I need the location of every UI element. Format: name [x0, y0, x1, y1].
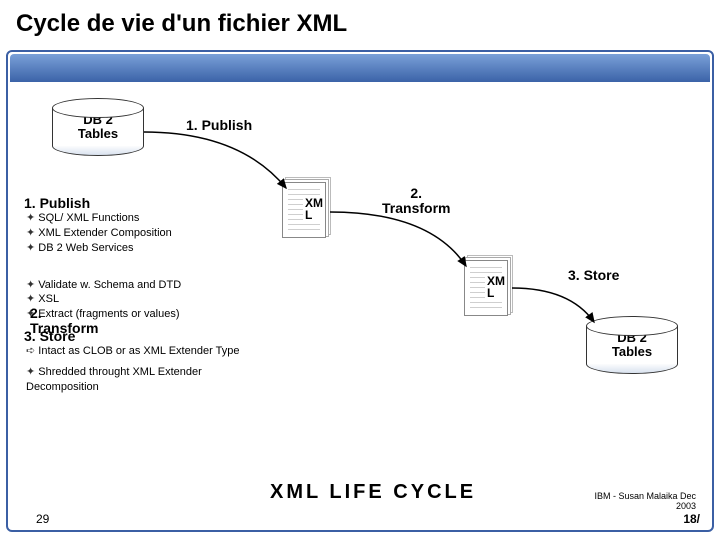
db2-tables-left: DB 2 Tables [52, 98, 144, 156]
lifecycle-title: XML LIFE CYCLE [270, 481, 476, 504]
bullet-3a: Intact as CLOB or as XML Extender Type [24, 344, 244, 359]
xml-doc-1: XM L [282, 182, 326, 238]
bullet-3b: Shredded throught XML Extender Decomposi… [24, 365, 244, 395]
bullet-1a: SQL/ XML Functions [24, 211, 244, 226]
section-1-head: 1. Publish [24, 195, 244, 211]
bullet-2a: Validate w. Schema and DTD [24, 278, 244, 293]
bullet-2b: XSL [24, 292, 244, 307]
step2-label: 2. Transform [382, 186, 450, 217]
notes-column: 1. Publish SQL/ XML Functions XML Extend… [24, 192, 244, 395]
xml-doc-2-label: XM L [485, 275, 507, 299]
xml-doc-1-label: XM L [303, 197, 325, 221]
step1-label-top: 1. Publish [186, 118, 252, 133]
db2-tables-right: DB 2 Tables [586, 316, 678, 374]
section-2-head-overlap: 2. Transform [30, 306, 98, 337]
bullet-1b: XML Extender Composition [24, 226, 244, 241]
bullet-1c: DB 2 Web Services [24, 241, 244, 256]
slide-number-right: 18/ [683, 512, 700, 526]
slide-content: DB 2 Tables 1. Publish XM L 2. Transform… [10, 82, 710, 528]
slide-number-left: 29 [36, 512, 49, 526]
xml-doc-2: XM L [464, 260, 508, 316]
step3-label: 3. Store [568, 268, 619, 283]
attribution: IBM - Susan Malaika Dec 2003 [594, 492, 696, 512]
header-gradient-bar [10, 54, 710, 82]
slide-title: Cycle de vie d'un fichier XML [0, 0, 720, 44]
